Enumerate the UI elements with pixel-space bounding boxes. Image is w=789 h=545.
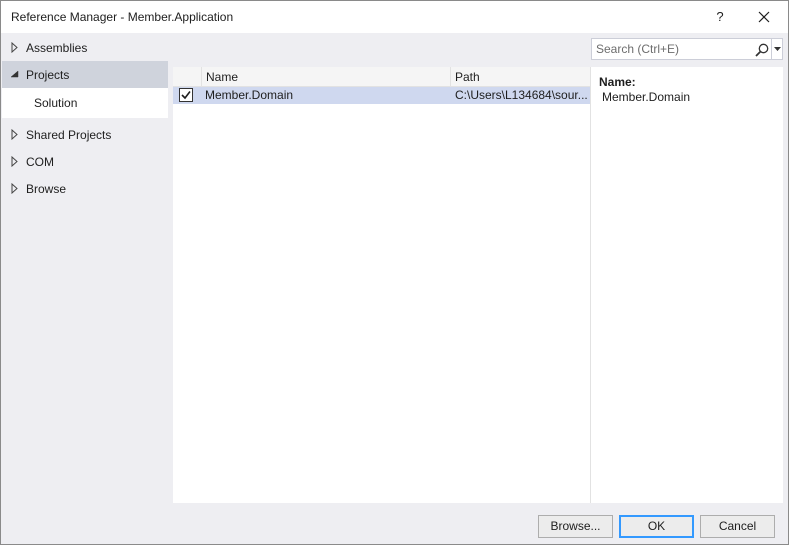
- close-button[interactable]: [752, 5, 776, 29]
- collapsed-triangle-icon: [11, 42, 18, 53]
- ok-button[interactable]: OK: [619, 515, 694, 538]
- details-pane: Name: Member.Domain: [590, 67, 783, 503]
- column-header-name[interactable]: Name: [202, 67, 451, 87]
- column-header-path[interactable]: Path: [451, 67, 590, 87]
- chevron-down-icon: [774, 47, 781, 51]
- sidebar-item-com[interactable]: COM: [2, 148, 168, 175]
- search-options-dropdown[interactable]: [771, 39, 783, 59]
- sidebar-item-browse[interactable]: Browse: [2, 175, 168, 202]
- row-name: Member.Domain: [205, 88, 294, 102]
- details-name-label: Name:: [599, 75, 636, 89]
- sidebar-item-label: Projects: [26, 68, 70, 82]
- row-path: C:\Users\L134684\sour...: [455, 88, 587, 102]
- close-icon: [758, 11, 770, 23]
- sidebar-item-label: Browse: [26, 182, 67, 196]
- table-row[interactable]: Member.Domain C:\Users\L134684\sour...: [173, 87, 590, 104]
- sidebar-item-label: COM: [26, 155, 54, 169]
- collapsed-triangle-icon: [11, 183, 18, 194]
- search-input[interactable]: [592, 39, 752, 59]
- checkbox-column-header[interactable]: [173, 67, 202, 87]
- sidebar-item-projects[interactable]: Projects: [2, 61, 168, 88]
- browse-button[interactable]: Browse...: [538, 515, 613, 538]
- sidebar-item-assemblies[interactable]: Assemblies: [2, 34, 168, 61]
- sidebar-item-label: Solution: [34, 96, 78, 110]
- cancel-button[interactable]: Cancel: [700, 515, 775, 538]
- collapsed-triangle-icon: [11, 156, 18, 167]
- column-header: Name Path: [173, 67, 590, 87]
- title-bar: Reference Manager - Member.Application ?: [1, 1, 788, 33]
- sidebar: Assemblies Projects Solution Shared Proj…: [2, 33, 168, 503]
- help-button[interactable]: ?: [708, 5, 732, 29]
- reference-checkbox[interactable]: [179, 88, 193, 102]
- sidebar-item-solution[interactable]: Solution: [2, 88, 168, 118]
- expanded-triangle-icon: [10, 70, 19, 78]
- column-header-label: Path: [455, 70, 480, 84]
- sidebar-item-label: Shared Projects: [26, 128, 112, 142]
- checkmark-icon: [181, 91, 191, 100]
- reference-list: Name Path Member.Domain C:\Users\L134684…: [173, 67, 590, 503]
- column-header-label: Name: [206, 70, 239, 84]
- search-box: [591, 38, 783, 60]
- details-name-value: Member.Domain: [602, 90, 691, 104]
- sidebar-item-label: Assemblies: [26, 41, 88, 55]
- collapsed-triangle-icon: [11, 129, 18, 140]
- sidebar-item-shared-projects[interactable]: Shared Projects: [2, 121, 168, 148]
- reference-manager-dialog: Reference Manager - Member.Application ?…: [0, 0, 789, 545]
- window-title: Reference Manager - Member.Application: [11, 10, 234, 24]
- search-icon[interactable]: [754, 42, 770, 58]
